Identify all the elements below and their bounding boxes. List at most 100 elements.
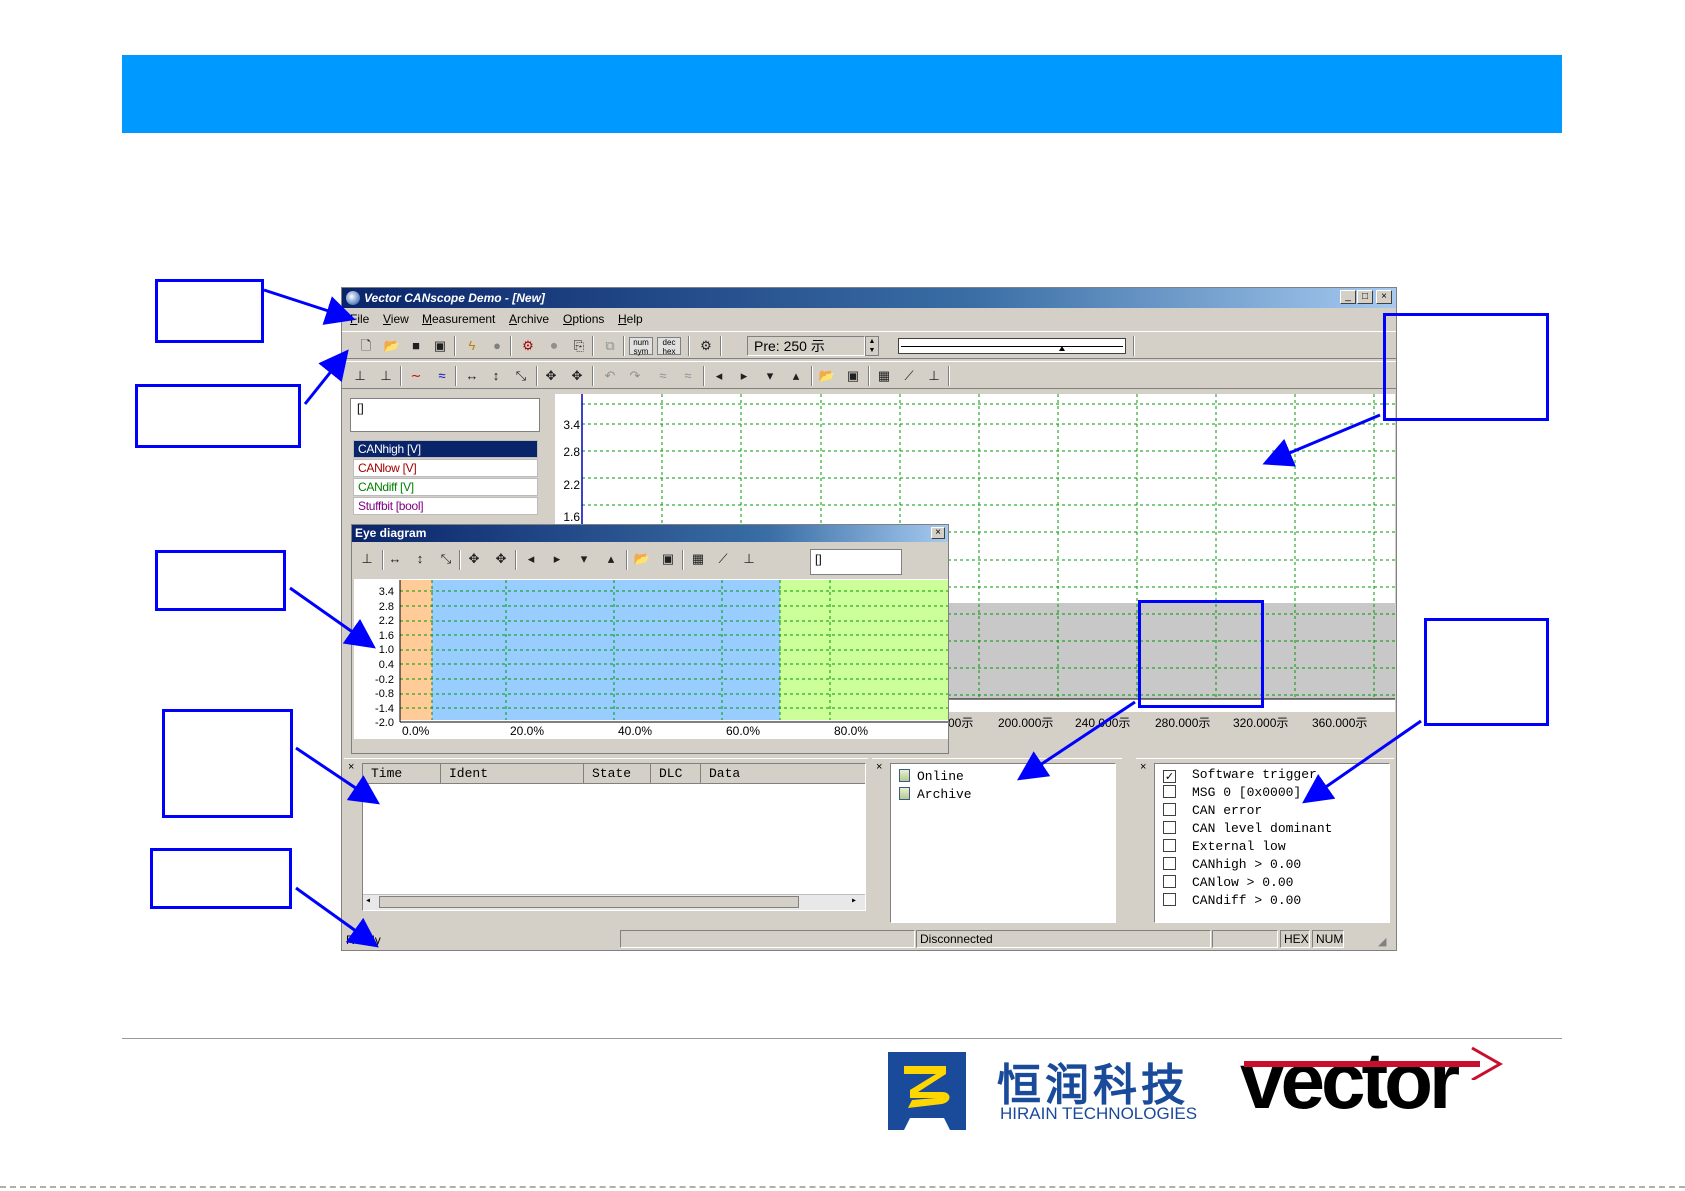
signal-name-field[interactable]: [] bbox=[350, 398, 540, 432]
new-icon[interactable]: 🗋 bbox=[357, 337, 375, 355]
save-icon[interactable]: ■ bbox=[407, 337, 425, 355]
open-config-icon[interactable]: 📂 bbox=[818, 367, 836, 385]
col-state[interactable]: State bbox=[584, 764, 651, 784]
axis-fit-icon[interactable]: ⊥ bbox=[377, 367, 395, 385]
signal-item-canhigh[interactable]: CANhigh [V] bbox=[353, 440, 538, 458]
position-slider[interactable] bbox=[898, 338, 1126, 354]
arrow-down-icon[interactable]: ▾ bbox=[575, 550, 593, 568]
arrow-down-icon[interactable]: ▾ bbox=[761, 367, 779, 385]
trigger-item-can-error[interactable]: CAN error bbox=[1163, 802, 1262, 820]
scroll-left-icon[interactable]: ◂ bbox=[365, 895, 371, 907]
menu-archive[interactable]: Archive bbox=[509, 309, 549, 329]
col-dlc[interactable]: DLC bbox=[651, 764, 701, 784]
eye-diagram-close-button[interactable]: × bbox=[931, 527, 945, 539]
checkbox[interactable] bbox=[1163, 821, 1176, 834]
arrow-left-icon[interactable]: ◂ bbox=[710, 367, 728, 385]
zoom-x-icon[interactable]: ↔ bbox=[463, 367, 481, 385]
checkbox[interactable] bbox=[1163, 839, 1176, 852]
pretrigger-field[interactable]: Pre: 250 示 bbox=[747, 336, 865, 356]
trigger-item-candiff[interactable]: CANdiff > 0.00 bbox=[1163, 892, 1301, 910]
move-icon[interactable]: ✥ bbox=[542, 367, 560, 385]
trigger-item-software[interactable]: ✓ Software trigger bbox=[1163, 766, 1317, 784]
signal-item-canlow[interactable]: CANlow [V] bbox=[353, 459, 538, 477]
menu-help[interactable]: Help bbox=[618, 309, 643, 329]
signal-item-stuffbit[interactable]: Stuffbit [bool] bbox=[353, 497, 538, 515]
export-icon[interactable]: ⎘ bbox=[570, 337, 588, 355]
arrow-left-icon[interactable]: ◂ bbox=[522, 550, 540, 568]
checkbox[interactable] bbox=[1163, 785, 1176, 798]
grid-icon[interactable]: ▦ bbox=[875, 367, 893, 385]
axis-icon[interactable]: ⊥ bbox=[358, 550, 376, 568]
save-config-icon[interactable]: ▣ bbox=[659, 550, 677, 568]
checkbox[interactable] bbox=[1163, 857, 1176, 870]
trigger-icon[interactable]: ϟ bbox=[463, 337, 481, 355]
move-all-icon[interactable]: ✥ bbox=[568, 367, 586, 385]
tree-item-archive[interactable]: Archive bbox=[899, 786, 972, 804]
num-sym-icon[interactable]: num sym bbox=[629, 337, 653, 356]
trigger-item-canhigh[interactable]: CANhigh > 0.00 bbox=[1163, 856, 1301, 874]
open-icon[interactable]: 📂 bbox=[383, 337, 401, 355]
axis-scale-icon[interactable]: ⊥ bbox=[740, 550, 758, 568]
trace-table[interactable]: Time Ident State DLC Data ◂ ▸ bbox=[362, 763, 866, 911]
checkbox[interactable] bbox=[1163, 893, 1176, 906]
zoom-y-icon[interactable]: ↕ bbox=[411, 550, 429, 568]
window-titlebar[interactable]: Vector CANscope Demo - [New] bbox=[342, 288, 1396, 308]
minimize-button[interactable]: _ bbox=[1340, 290, 1356, 304]
signal-item-candiff[interactable]: CANdiff [V] bbox=[353, 478, 538, 496]
trigger-list[interactable]: ✓ Software trigger MSG 0 [0x0000] CAN err… bbox=[1154, 763, 1390, 923]
zoom-x-icon[interactable]: ↔ bbox=[386, 550, 404, 568]
axis-scale-icon[interactable]: ⊥ bbox=[925, 367, 943, 385]
save-config-icon[interactable]: ▣ bbox=[844, 367, 862, 385]
eye-diagram-plot[interactable]: 3.4 2.8 2.2 1.6 1.0 0.4 -0.2 -0.8 -1.4 -… bbox=[354, 579, 948, 739]
pretrigger-spinner[interactable]: ▲ ▼ bbox=[865, 336, 879, 356]
open-config-icon[interactable]: 📂 bbox=[633, 550, 651, 568]
save-as-icon[interactable]: ▣ bbox=[431, 337, 449, 355]
trigger-item-can-level[interactable]: CAN level dominant bbox=[1163, 820, 1332, 838]
copy-icon[interactable]: ⧉ bbox=[601, 337, 619, 355]
move-icon[interactable]: ✥ bbox=[465, 550, 483, 568]
menu-measurement[interactable]: Measurement bbox=[422, 309, 495, 329]
move-all-icon[interactable]: ✥ bbox=[492, 550, 510, 568]
eye-diagram-titlebar[interactable]: Eye diagram bbox=[352, 525, 948, 542]
wave-blue-icon[interactable]: ≈ bbox=[433, 367, 451, 385]
scroll-right-icon[interactable]: ▸ bbox=[851, 895, 857, 907]
arrow-up-icon[interactable]: ▴ bbox=[602, 550, 620, 568]
record-icon[interactable]: ● bbox=[488, 337, 506, 355]
col-time[interactable]: Time bbox=[363, 764, 441, 784]
zoom-y-icon[interactable]: ↕ bbox=[487, 367, 505, 385]
checkbox[interactable] bbox=[1163, 875, 1176, 888]
undo-icon[interactable]: ↶ bbox=[601, 367, 619, 385]
scroll-thumb[interactable] bbox=[379, 896, 799, 908]
scale-icon[interactable]: ⟋ bbox=[714, 550, 732, 568]
grid-icon[interactable]: ▦ bbox=[689, 550, 707, 568]
dec-hex-icon[interactable]: dec hex bbox=[657, 337, 681, 356]
close-button[interactable]: × bbox=[1376, 290, 1392, 304]
redo-icon[interactable]: ↷ bbox=[626, 367, 644, 385]
scale-icon[interactable]: ⟋ bbox=[900, 367, 918, 385]
settings-icon[interactable]: ⚙ bbox=[697, 337, 715, 355]
menu-options[interactable]: Options bbox=[563, 309, 604, 329]
tree-item-online[interactable]: Online bbox=[899, 768, 964, 786]
config-icon[interactable]: ⚙ bbox=[519, 337, 537, 355]
zoom-xy-icon[interactable]: ⤡ bbox=[512, 367, 530, 385]
trace-close-icon[interactable]: × bbox=[348, 761, 354, 773]
menu-file[interactable]: File bbox=[350, 309, 369, 329]
stop-icon[interactable]: ⏺ bbox=[545, 337, 563, 355]
checkbox[interactable] bbox=[1163, 803, 1176, 816]
menu-view[interactable]: View bbox=[383, 309, 409, 329]
maximize-button[interactable]: □ bbox=[1357, 290, 1373, 304]
zoom-xy-icon[interactable]: ⤡ bbox=[437, 550, 455, 568]
wave-gray2-icon[interactable]: ≈ bbox=[679, 367, 697, 385]
sources-close-icon[interactable]: × bbox=[876, 761, 882, 773]
eye-signal-field[interactable]: [] bbox=[810, 549, 902, 575]
trigger-item-external[interactable]: External low bbox=[1163, 838, 1286, 856]
arrow-right-icon[interactable]: ▸ bbox=[548, 550, 566, 568]
wave-red-icon[interactable]: ∼ bbox=[407, 367, 425, 385]
resize-grip-icon[interactable]: ◢ bbox=[1378, 932, 1386, 952]
arrow-right-icon[interactable]: ▸ bbox=[735, 367, 753, 385]
wave-gray-icon[interactable]: ≈ bbox=[654, 367, 672, 385]
triggers-close-icon[interactable]: × bbox=[1140, 761, 1146, 773]
col-data[interactable]: Data bbox=[701, 764, 865, 784]
slider-knob[interactable] bbox=[1059, 346, 1065, 351]
arrow-up-icon[interactable]: ▴ bbox=[787, 367, 805, 385]
